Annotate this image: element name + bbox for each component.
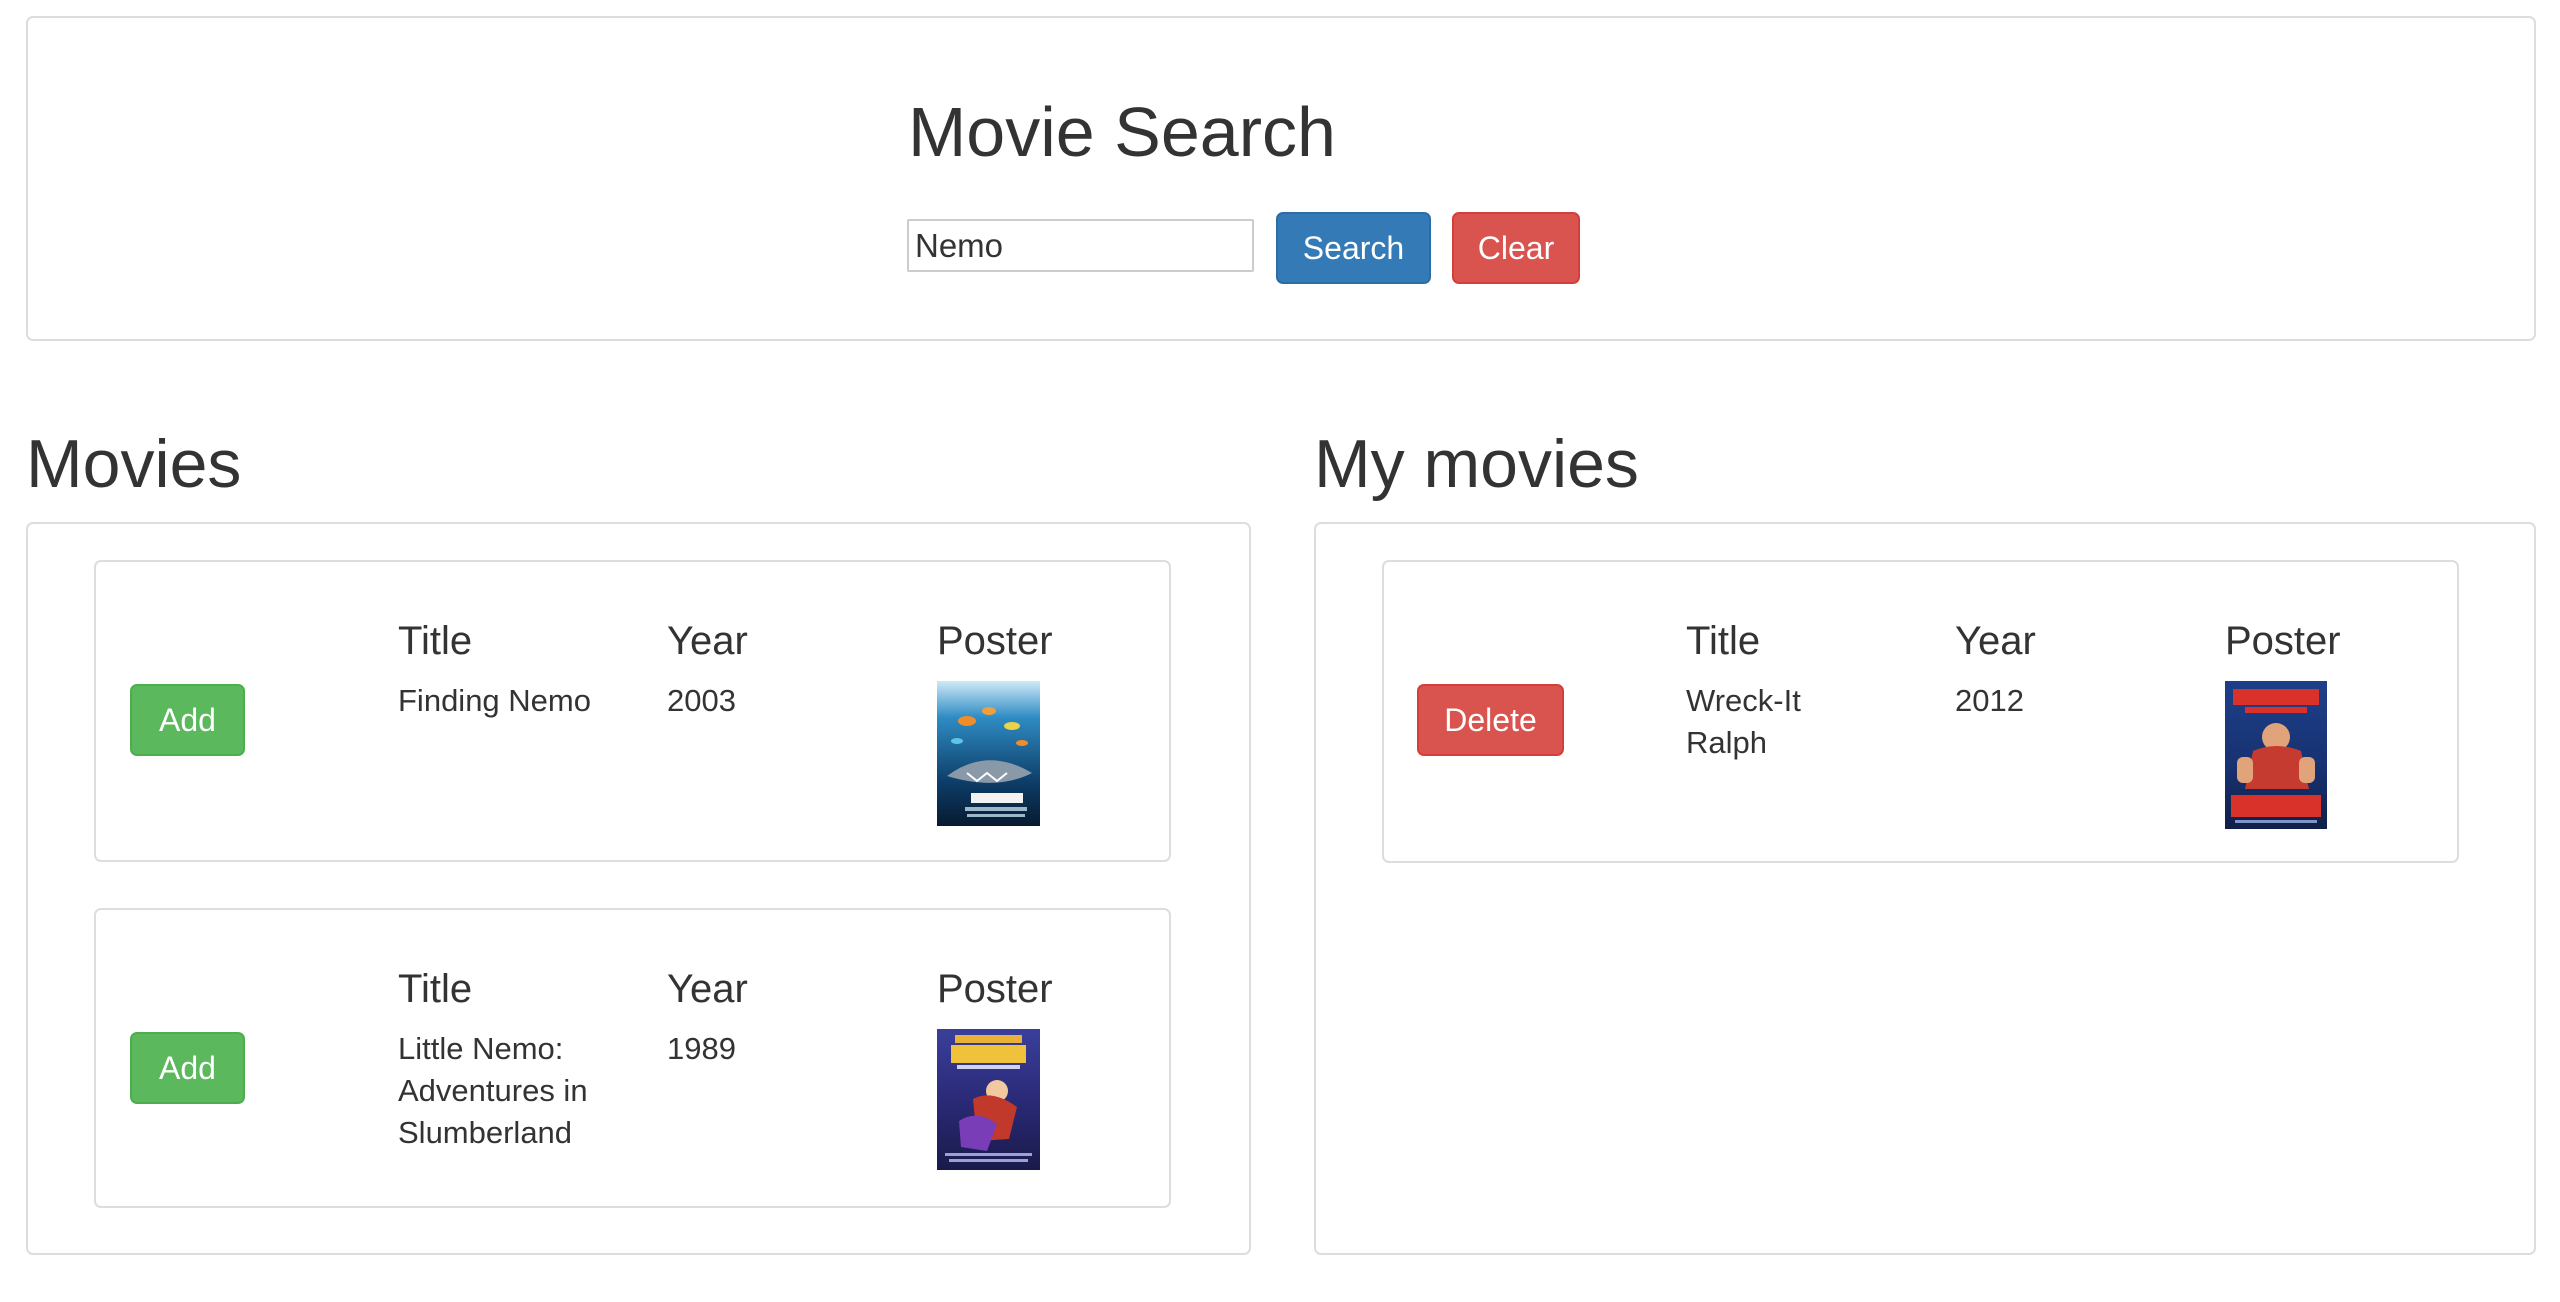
movie-title: Wreck-It Ralph	[1686, 683, 1801, 760]
add-button[interactable]: Add	[130, 1032, 245, 1104]
movie-card: Add Title Year Poster Finding Nemo 2003	[94, 560, 1171, 862]
year-column-header: Year	[667, 619, 748, 663]
year-column-header: Year	[667, 967, 748, 1011]
my-movie-card: Delete Title Year Poster Wreck-It Ralph …	[1382, 560, 2459, 863]
year-column-header: Year	[1955, 619, 2036, 663]
movie-year: 2003	[667, 683, 736, 718]
finding-nemo-poster	[937, 681, 1040, 826]
movies-panel: Add Title Year Poster Finding Nemo 2003	[26, 522, 1251, 1255]
title-column-header: Title	[1686, 619, 1761, 663]
little-nemo-poster	[937, 1029, 1040, 1170]
movies-heading: Movies	[26, 426, 242, 502]
poster-column-header: Poster	[937, 967, 1053, 1011]
title-column-header: Title	[398, 619, 473, 663]
delete-button[interactable]: Delete	[1417, 684, 1564, 756]
poster-column-header: Poster	[2225, 619, 2341, 663]
movie-title: Little Nemo: Adventures in Slumberland	[398, 1031, 588, 1150]
search-button[interactable]: Search	[1276, 212, 1431, 284]
movie-title: Finding Nemo	[398, 683, 591, 718]
page-title: Movie Search	[908, 93, 1336, 171]
movie-card: Add Title Year Poster Little Nemo: Adven…	[94, 908, 1171, 1208]
add-button[interactable]: Add	[130, 684, 245, 756]
search-input[interactable]	[907, 219, 1254, 272]
clear-button[interactable]: Clear	[1452, 212, 1580, 284]
search-panel	[26, 16, 2536, 341]
title-column-header: Title	[398, 967, 473, 1011]
poster-column-header: Poster	[937, 619, 1053, 663]
my-movies-panel: Delete Title Year Poster Wreck-It Ralph …	[1314, 522, 2536, 1255]
movie-year: 1989	[667, 1031, 736, 1066]
wreck-it-ralph-poster	[2225, 681, 2327, 829]
movie-year: 2012	[1955, 683, 2024, 718]
my-movies-heading: My movies	[1314, 426, 1639, 502]
